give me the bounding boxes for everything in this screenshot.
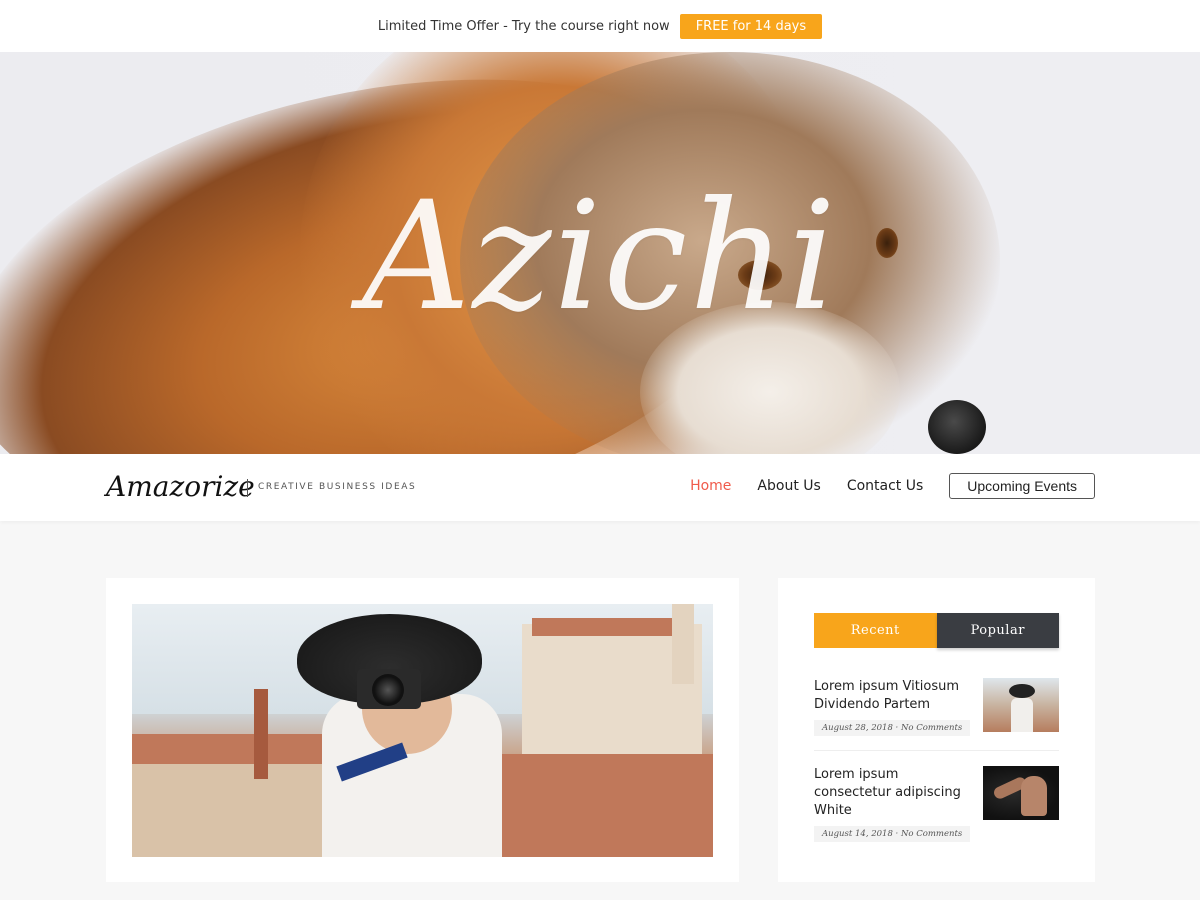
image-church-roof [532, 618, 682, 636]
offer-bar: Limited Time Offer - Try the course righ… [0, 0, 1200, 52]
post-divider [814, 750, 1059, 751]
featured-post-image[interactable] [132, 604, 713, 857]
camera-lens [372, 674, 404, 706]
upcoming-events-button[interactable]: Upcoming Events [949, 473, 1095, 499]
brand-logo[interactable]: Amazorize [106, 470, 255, 503]
post-thumbnail[interactable] [983, 678, 1059, 732]
brand-divider [247, 479, 248, 497]
post-thumbnail[interactable] [983, 766, 1059, 820]
thumb-person-torso [1021, 776, 1047, 816]
post-title[interactable]: Lorem ipsum consectetur adipiscing White [814, 766, 974, 820]
image-roofs-right [492, 754, 713, 857]
post-meta: August 14, 2018 · No Comments [814, 826, 971, 842]
nav-about-us[interactable]: About Us [757, 478, 820, 494]
featured-post-card [106, 578, 739, 882]
image-chimney [254, 689, 268, 779]
list-item[interactable]: Lorem ipsum consectetur adipiscing White… [814, 766, 1059, 842]
brand-tagline: CREATIVE BUSINESS IDEAS [258, 482, 417, 492]
nav-contact-us[interactable]: Contact Us [847, 478, 923, 494]
main-navbar: Amazorize CREATIVE BUSINESS IDEAS Home A… [0, 454, 1200, 521]
post-meta: August 28, 2018 · No Comments [814, 720, 971, 736]
free-trial-button[interactable]: FREE for 14 days [679, 13, 823, 39]
thumb-person-body [1011, 698, 1033, 732]
image-houses-left [132, 764, 322, 857]
hero-fox-nose [928, 400, 986, 454]
post-title[interactable]: Lorem ipsum Vitiosum Dividendo Partem [814, 678, 974, 714]
hero-title: Azichi [362, 170, 838, 344]
list-item[interactable]: Lorem ipsum Vitiosum Dividendo Partem Au… [814, 678, 1059, 736]
image-tower [672, 604, 694, 684]
thumb-person-hat [1009, 684, 1035, 698]
offer-text: Limited Time Offer - Try the course righ… [377, 18, 670, 34]
nav-links: Home About Us Contact Us Upcoming Events [690, 473, 1095, 499]
post-tabs: Recent Popular [814, 613, 1059, 648]
nav-home[interactable]: Home [690, 478, 731, 494]
hero-banner: Azichi [0, 52, 1200, 454]
sidebar-posts-widget: Recent Popular Lorem ipsum Vitiosum Divi… [778, 578, 1095, 882]
tab-recent[interactable]: Recent [814, 613, 937, 648]
tab-popular[interactable]: Popular [936, 613, 1059, 648]
